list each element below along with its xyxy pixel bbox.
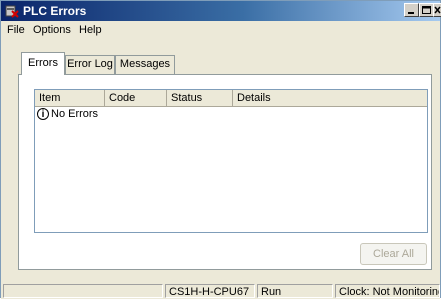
status-bar: CS1H-H-CPU67 Run Clock: Not Monitoring [1,283,440,299]
plc-errors-window: PLC Errors File Options Help Errors Erro… [0,0,441,299]
column-header-code[interactable]: Code [105,90,167,106]
close-button[interactable] [433,3,441,17]
menu-file[interactable]: File [7,24,25,36]
plc-error-icon [5,5,19,18]
status-cpu: CS1H-H-CPU67 [165,284,255,298]
info-icon: i [37,108,49,121]
list-header: Item Code Status Details [35,90,427,107]
title-bar[interactable]: PLC Errors [1,1,440,21]
menu-options[interactable]: Options [33,24,71,36]
column-header-item[interactable]: Item [35,90,105,106]
column-header-details[interactable]: Details [233,90,427,106]
tab-errors[interactable]: Errors [21,52,65,75]
list-item-text: No Errors [51,108,99,120]
menu-help[interactable]: Help [79,24,102,36]
maximize-button[interactable] [419,3,434,17]
window-title: PLC Errors [23,4,87,18]
status-panel-empty [3,284,163,298]
errors-list[interactable]: Item Code Status Details i No Errors [34,89,428,233]
menu-bar: File Options Help [1,21,440,39]
list-item[interactable]: i No Errors [37,107,98,121]
tab-messages[interactable]: Messages [115,55,175,74]
status-clock: Clock: Not Monitoring [335,284,440,298]
minimize-icon [408,12,414,14]
close-icon [434,6,441,14]
minimize-button[interactable] [404,3,419,17]
maximize-icon [422,6,431,14]
status-mode: Run [257,284,333,298]
clear-all-button[interactable]: Clear All [360,243,427,265]
column-header-status[interactable]: Status [167,90,233,106]
tab-error-log[interactable]: Error Log [65,55,115,74]
